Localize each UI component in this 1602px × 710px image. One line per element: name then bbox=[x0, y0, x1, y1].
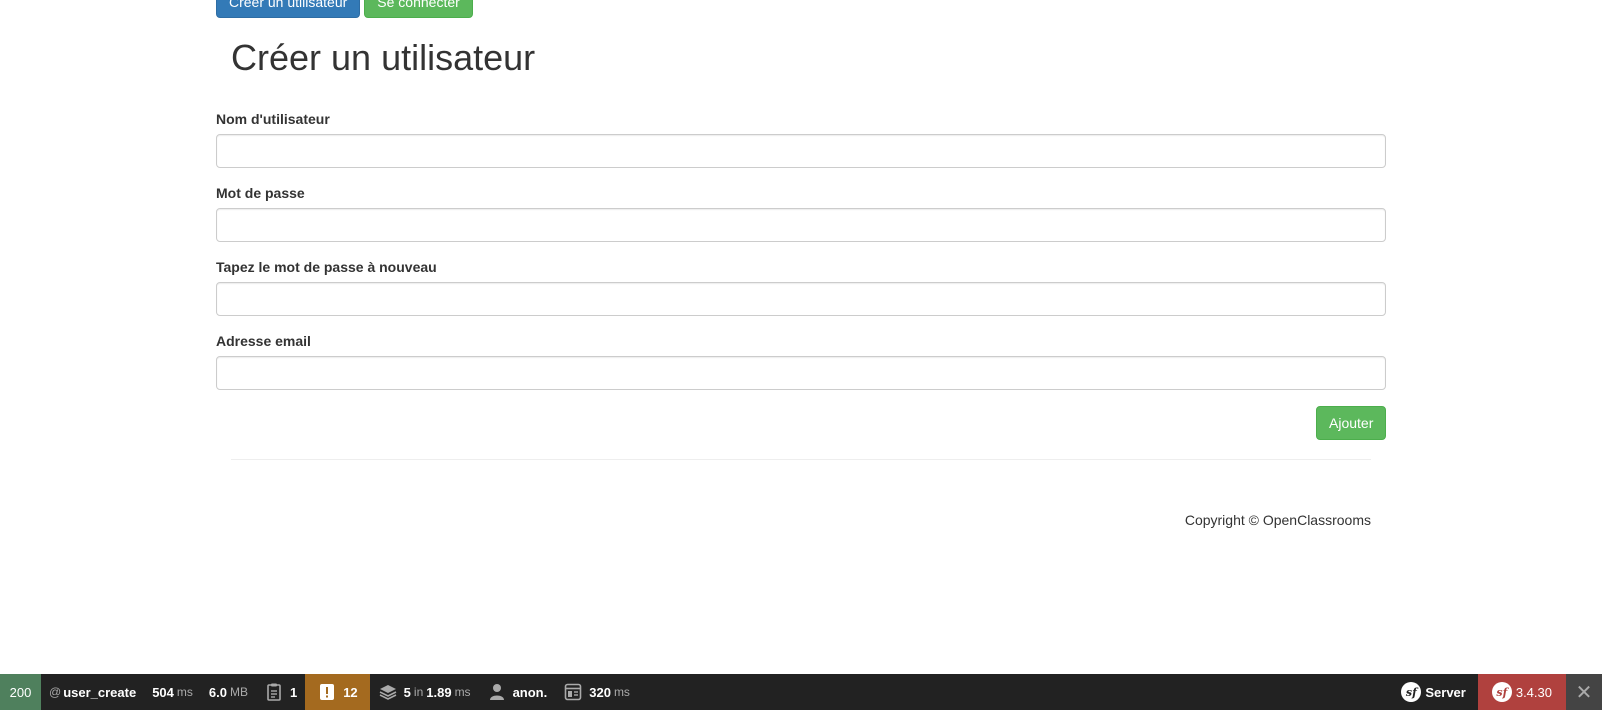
layers-icon bbox=[378, 682, 398, 702]
password-repeat-input[interactable] bbox=[216, 282, 1386, 316]
memory-unit: MB bbox=[229, 685, 248, 699]
memory-value: 6.0 bbox=[208, 684, 227, 700]
password-repeat-label: Tapez le mot de passe à nouveau bbox=[216, 259, 437, 275]
symfony-version: 3.4.30 bbox=[1515, 684, 1552, 700]
top-nav: Créer un utilisateur Se connecter bbox=[216, 0, 473, 18]
route-name: user_create bbox=[63, 684, 137, 700]
user-name: anon. bbox=[512, 684, 548, 700]
twig-block[interactable]: 320 ms bbox=[555, 674, 638, 710]
close-toolbar-button[interactable]: ✕ bbox=[1566, 674, 1602, 710]
cache-unit: ms bbox=[454, 685, 471, 699]
cache-count: 5 bbox=[403, 684, 411, 700]
route-block[interactable]: @ user_create bbox=[41, 674, 144, 710]
create-user-form: Nom d'utilisateur Mot de passe Tapez le … bbox=[216, 110, 1386, 406]
email-input[interactable] bbox=[216, 356, 1386, 390]
password-input[interactable] bbox=[216, 208, 1386, 242]
time-block[interactable]: 504 ms bbox=[144, 674, 201, 710]
warnings-count: 12 bbox=[343, 684, 358, 700]
symfony-version-block[interactable]: sf 3.4.30 bbox=[1477, 674, 1566, 710]
user-icon bbox=[487, 682, 507, 702]
status-code-badge[interactable]: 200 bbox=[0, 674, 41, 710]
password-repeat-group: Tapez le mot de passe à nouveau bbox=[216, 258, 1386, 316]
cache-block[interactable]: 5 in 1.89 ms bbox=[370, 674, 479, 710]
login-nav-button[interactable]: Se connecter bbox=[364, 0, 473, 18]
username-label: Nom d'utilisateur bbox=[216, 111, 330, 127]
logs-icon bbox=[264, 682, 284, 702]
password-group: Mot de passe bbox=[216, 184, 1386, 242]
symfony-debug-toolbar: 200 @ user_create 504 ms 6.0 MB 1 12 5 i… bbox=[0, 674, 1602, 710]
page-title: Créer un utilisateur bbox=[231, 37, 536, 78]
server-label: Server bbox=[1425, 684, 1466, 700]
route-prefix: @ bbox=[49, 685, 62, 699]
warnings-block[interactable]: 12 bbox=[305, 674, 370, 710]
warning-icon bbox=[317, 682, 337, 702]
template-icon bbox=[563, 682, 583, 702]
cache-in: in bbox=[413, 685, 424, 699]
time-unit: ms bbox=[176, 685, 193, 699]
user-block[interactable]: anon. bbox=[479, 674, 556, 710]
logs-count: 1 bbox=[289, 684, 298, 700]
footer-divider bbox=[231, 459, 1371, 460]
email-group: Adresse email bbox=[216, 332, 1386, 390]
close-icon: ✕ bbox=[1575, 681, 1593, 704]
server-block[interactable]: sf Server bbox=[1389, 674, 1477, 710]
username-input[interactable] bbox=[216, 134, 1386, 168]
logs-block[interactable]: 1 bbox=[256, 674, 305, 710]
symfony-version-logo-icon: sf bbox=[1491, 682, 1512, 702]
add-button[interactable]: Ajouter bbox=[1316, 406, 1387, 440]
twig-unit: ms bbox=[613, 685, 630, 699]
memory-block[interactable]: 6.0 MB bbox=[201, 674, 256, 710]
twig-time: 320 bbox=[589, 684, 611, 700]
copyright-text: Copyright © OpenClassrooms bbox=[1184, 512, 1371, 528]
symfony-logo-icon: sf bbox=[1401, 682, 1422, 702]
status-code: 200 bbox=[9, 684, 32, 700]
username-group: Nom d'utilisateur bbox=[216, 110, 1386, 168]
email-label: Adresse email bbox=[216, 333, 311, 349]
password-label: Mot de passe bbox=[216, 185, 305, 201]
time-value: 504 bbox=[152, 684, 174, 700]
create-user-nav-button[interactable]: Créer un utilisateur bbox=[216, 0, 361, 18]
cache-time: 1.89 bbox=[426, 684, 452, 700]
submit-row: Ajouter bbox=[1316, 406, 1387, 440]
